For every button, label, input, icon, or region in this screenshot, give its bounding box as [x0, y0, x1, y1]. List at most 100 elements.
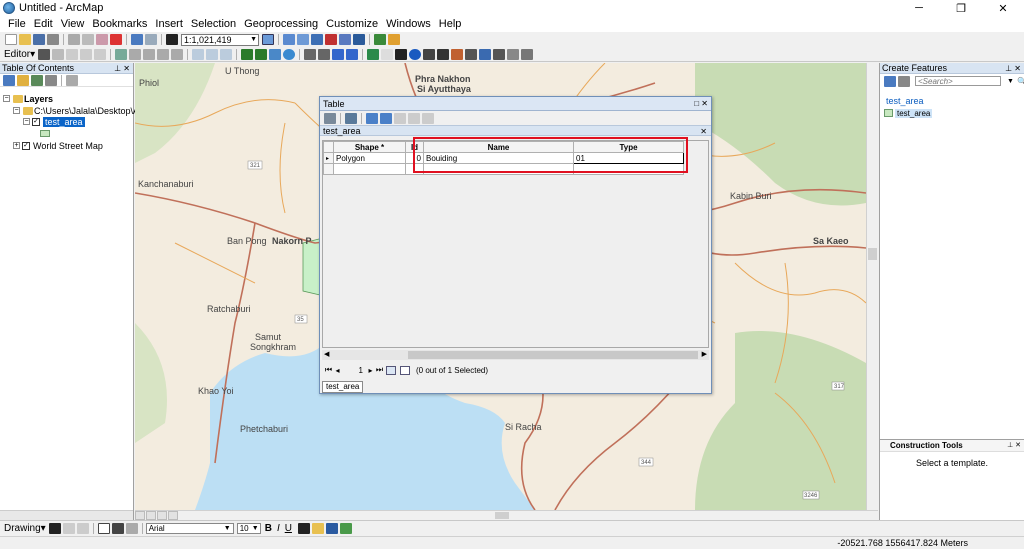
add-data-icon[interactable] [166, 34, 178, 45]
cell-id[interactable]: 0 [405, 152, 424, 164]
rectangle-icon[interactable] [97, 523, 110, 534]
menu-customize[interactable]: Customize [322, 18, 382, 30]
menu-insert[interactable]: Insert [151, 18, 187, 30]
list-by-drawing-order-icon[interactable] [3, 74, 15, 86]
time-slider-icon[interactable] [507, 48, 520, 60]
menu-file[interactable]: File [4, 18, 30, 30]
list-by-selection-icon[interactable] [45, 74, 57, 86]
line-color-icon[interactable] [325, 523, 338, 534]
table-options-icon[interactable] [324, 112, 336, 124]
list-by-source-icon[interactable] [17, 74, 29, 86]
expand-icon[interactable]: + [13, 142, 20, 149]
italic-button[interactable]: I [277, 523, 280, 534]
column-header-name[interactable]: Name [423, 141, 574, 153]
filter-templates-icon[interactable] [898, 75, 910, 87]
basemap-visibility-checkbox[interactable]: ✓ [22, 141, 30, 150]
delete-selected-icon[interactable] [422, 112, 434, 124]
cut-polygons-icon[interactable] [143, 48, 156, 60]
font-name-select[interactable]: Arial ▼ [145, 523, 234, 534]
pause-drawing-icon[interactable] [168, 511, 178, 520]
collapse-icon[interactable]: − [3, 95, 10, 102]
tab-test-area[interactable]: test_area [322, 381, 364, 393]
column-header-shape[interactable]: Shape * [333, 141, 406, 153]
select-features-icon[interactable] [367, 48, 380, 60]
edit-vertices-draw-icon[interactable] [125, 523, 138, 534]
sketch-properties-icon[interactable] [206, 48, 219, 60]
fixed-zoom-in-icon[interactable] [304, 48, 317, 60]
font-color-icon[interactable] [297, 523, 310, 534]
arctoolbox-icon[interactable] [325, 34, 337, 45]
cut-icon[interactable] [68, 34, 80, 45]
font-size-select[interactable]: 10 ▼ [236, 523, 261, 534]
bold-button[interactable]: B [265, 523, 272, 534]
related-tables-icon[interactable] [345, 112, 357, 124]
find-route-icon[interactable] [479, 48, 492, 60]
menu-help[interactable]: Help [435, 18, 466, 30]
graph-icon[interactable] [374, 34, 386, 45]
toc-horizontal-scrollbar[interactable] [0, 510, 133, 520]
search-window-icon[interactable] [311, 34, 323, 45]
edit-annotation-icon[interactable] [52, 48, 65, 60]
edit-tool-icon[interactable] [38, 48, 51, 60]
table-window-controls[interactable]: □ ✕ [694, 97, 708, 111]
catalog-icon[interactable] [297, 34, 309, 45]
menu-bookmarks[interactable]: Bookmarks [88, 18, 151, 30]
layer-label-test-area[interactable]: test_area [43, 116, 85, 127]
close-button[interactable]: ✕ [982, 0, 1024, 16]
html-popup-icon[interactable] [437, 48, 450, 60]
editor-toolbar-icon[interactable] [262, 34, 274, 45]
save-icon[interactable] [33, 34, 45, 45]
rotate-icon[interactable] [171, 48, 184, 60]
organize-templates-icon[interactable] [884, 75, 896, 87]
fill-color-icon[interactable] [311, 523, 324, 534]
split-icon[interactable] [157, 48, 170, 60]
endpoint-arc-icon[interactable] [80, 48, 93, 60]
toolbar-options-icon[interactable] [388, 34, 400, 45]
cell-shape[interactable]: Polygon [333, 152, 406, 164]
trace-icon[interactable] [94, 48, 107, 60]
layers-row[interactable]: − Layers [3, 93, 53, 104]
list-by-visibility-icon[interactable] [31, 74, 43, 86]
column-header-id[interactable]: Id [405, 141, 424, 153]
copy-icon[interactable] [82, 34, 94, 45]
last-record-icon[interactable]: ⏭ [375, 365, 384, 375]
next-record-icon[interactable]: ▸ [366, 366, 375, 375]
reshape-icon[interactable] [129, 48, 142, 60]
template-search-input[interactable] [915, 76, 1001, 86]
layer-row-test-area[interactable]: − ✓ test_area [23, 116, 85, 127]
clear-selection-icon[interactable] [381, 48, 394, 60]
layout-view-icon[interactable] [146, 511, 156, 520]
back-extent-icon[interactable] [332, 48, 345, 60]
data-view-icon[interactable] [135, 511, 145, 520]
layer-row-world-street-map[interactable]: + ✓ World Street Map [13, 140, 103, 151]
refresh-icon[interactable] [157, 511, 167, 520]
paste-icon[interactable] [96, 34, 108, 45]
edit-vertices-icon[interactable] [115, 48, 128, 60]
construction-pin-close-icon[interactable]: ⊥ ✕ [1007, 440, 1021, 452]
clear-table-selection-icon[interactable] [394, 112, 406, 124]
select-elements-icon[interactable] [395, 48, 408, 60]
fixed-zoom-out-icon[interactable] [318, 48, 331, 60]
map-scale-select[interactable]: 1:1,021,419 ▼ [181, 33, 259, 46]
create-features-pin-close-icon[interactable]: ⊥ ✕ [1005, 63, 1021, 74]
rotate-element-icon[interactable] [62, 523, 75, 534]
zoom-to-selected-icon[interactable] [408, 112, 420, 124]
menu-view[interactable]: View [57, 18, 89, 30]
go-to-xy-icon[interactable] [493, 48, 506, 60]
first-record-icon[interactable]: ⏮ [324, 365, 333, 375]
map-vscroll-thumb[interactable] [868, 248, 877, 260]
folder-row[interactable]: − C:\Users\Jalala\Desktop\Arc [13, 105, 147, 116]
current-record[interactable]: 1 [342, 366, 366, 375]
table-of-contents-icon[interactable] [283, 34, 295, 45]
redo-icon[interactable] [145, 34, 157, 45]
create-features-icon[interactable] [220, 48, 233, 60]
minimize-button[interactable]: ─ [898, 0, 940, 16]
open-icon[interactable] [19, 34, 31, 45]
polygon-symbol-icon[interactable] [40, 130, 50, 137]
zoom-whole-page-icon[interactable] [76, 523, 89, 534]
table-row-empty[interactable] [323, 163, 684, 175]
grid-hscroll-thumb[interactable] [408, 351, 698, 359]
feature-template-label[interactable]: test_area [895, 108, 933, 118]
straight-segment-icon[interactable] [66, 48, 79, 60]
previous-record-icon[interactable]: ◂ [333, 366, 342, 375]
